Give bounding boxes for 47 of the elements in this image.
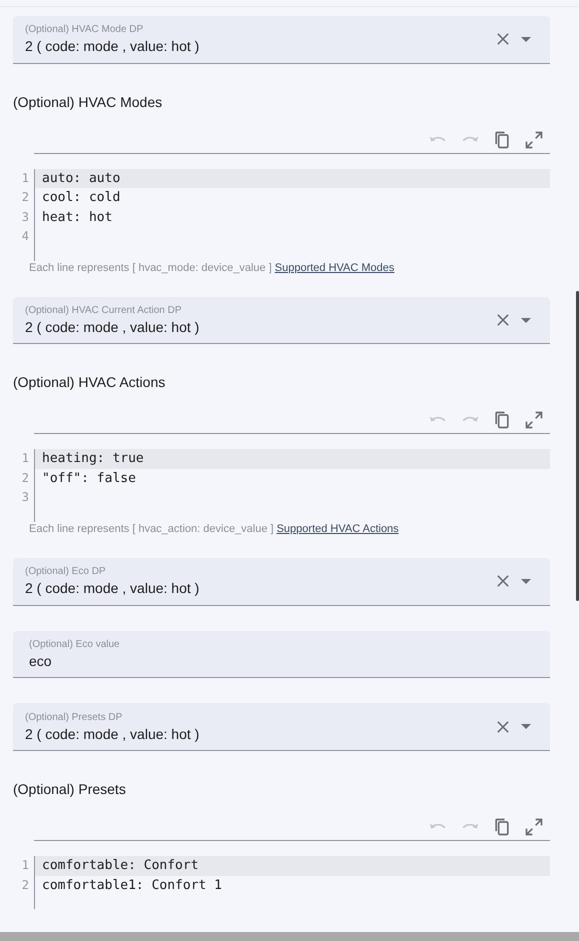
field-label: (Optional) Eco DP xyxy=(25,566,107,578)
line-number: 3 xyxy=(20,489,30,506)
field-value: 2 ( code: mode , value: hot ) xyxy=(25,38,200,54)
caret-icon[interactable] xyxy=(521,724,531,730)
line-number: 1 xyxy=(20,857,30,874)
code-line: cool: cold xyxy=(34,188,550,208)
select-field[interactable]: (Optional) Eco DP 2 ( code: mode , value: hot ) xyxy=(13,558,550,606)
docs-link[interactable]: Supported HVAC Modes xyxy=(274,262,394,274)
line-number: 2 xyxy=(20,189,30,206)
field-value: 2 ( code: mode , value: hot ) xyxy=(25,580,200,596)
close-icon[interactable] xyxy=(497,575,509,588)
code-line: heat: hot xyxy=(34,208,550,228)
field-label: (Optional) HVAC Mode DP xyxy=(25,24,144,36)
section-title: (Optional) HVAC Modes xyxy=(13,94,164,110)
input-field[interactable]: (Optional) Eco value eco xyxy=(13,630,550,678)
close-icon[interactable] xyxy=(497,33,509,46)
section-title: (Optional) Presets xyxy=(13,781,127,798)
expand-icon[interactable] xyxy=(524,130,544,150)
section-title: (Optional) HVAC Actions xyxy=(13,374,166,390)
caret-icon[interactable] xyxy=(521,578,531,584)
select-field[interactable]: (Optional) HVAC Mode DP 2 ( code: mode , value: hot ) xyxy=(13,16,550,64)
caret-icon[interactable] xyxy=(521,318,531,323)
line-number: 4 xyxy=(20,228,30,246)
close-icon[interactable] xyxy=(497,720,509,733)
field-value: 2 ( code: mode , value: hot ) xyxy=(25,726,200,742)
helper-text: Each line represents [ hvac_mode: device_value ] xyxy=(29,262,272,274)
line-number: 2 xyxy=(20,876,30,894)
docs-link[interactable]: Supported HVAC Actions xyxy=(276,522,399,535)
expand-icon[interactable] xyxy=(524,817,544,838)
helper-text: Each line represents [ hvac_action: device_value ] xyxy=(29,522,274,535)
close-icon[interactable] xyxy=(497,314,509,326)
code-line: comfortable1: Confort 1 xyxy=(34,876,550,896)
field-value: 2 ( code: mode , value: hot ) xyxy=(25,319,200,336)
select-field[interactable]: (Optional) HVAC Current Action DP 2 ( code: mode , value: hot ) xyxy=(13,296,550,344)
caret-icon[interactable] xyxy=(521,36,531,42)
scrollbar-thumb[interactable] xyxy=(576,291,579,601)
code-line: "off": false xyxy=(34,468,550,488)
field-value: eco xyxy=(29,652,53,669)
expand-icon[interactable] xyxy=(524,410,544,430)
line-number: 3 xyxy=(20,208,30,226)
line-number: 1 xyxy=(20,450,30,468)
field-label: (Optional) HVAC Current Action DP xyxy=(25,305,183,316)
line-number: 1 xyxy=(20,170,30,187)
field-label: (Optional) Presets DP xyxy=(25,712,124,723)
select-field[interactable]: (Optional) Presets DP 2 ( code: mode , value: hot ) xyxy=(13,703,550,752)
field-label: (Optional) Eco value xyxy=(29,638,121,650)
line-number: 2 xyxy=(20,470,30,487)
